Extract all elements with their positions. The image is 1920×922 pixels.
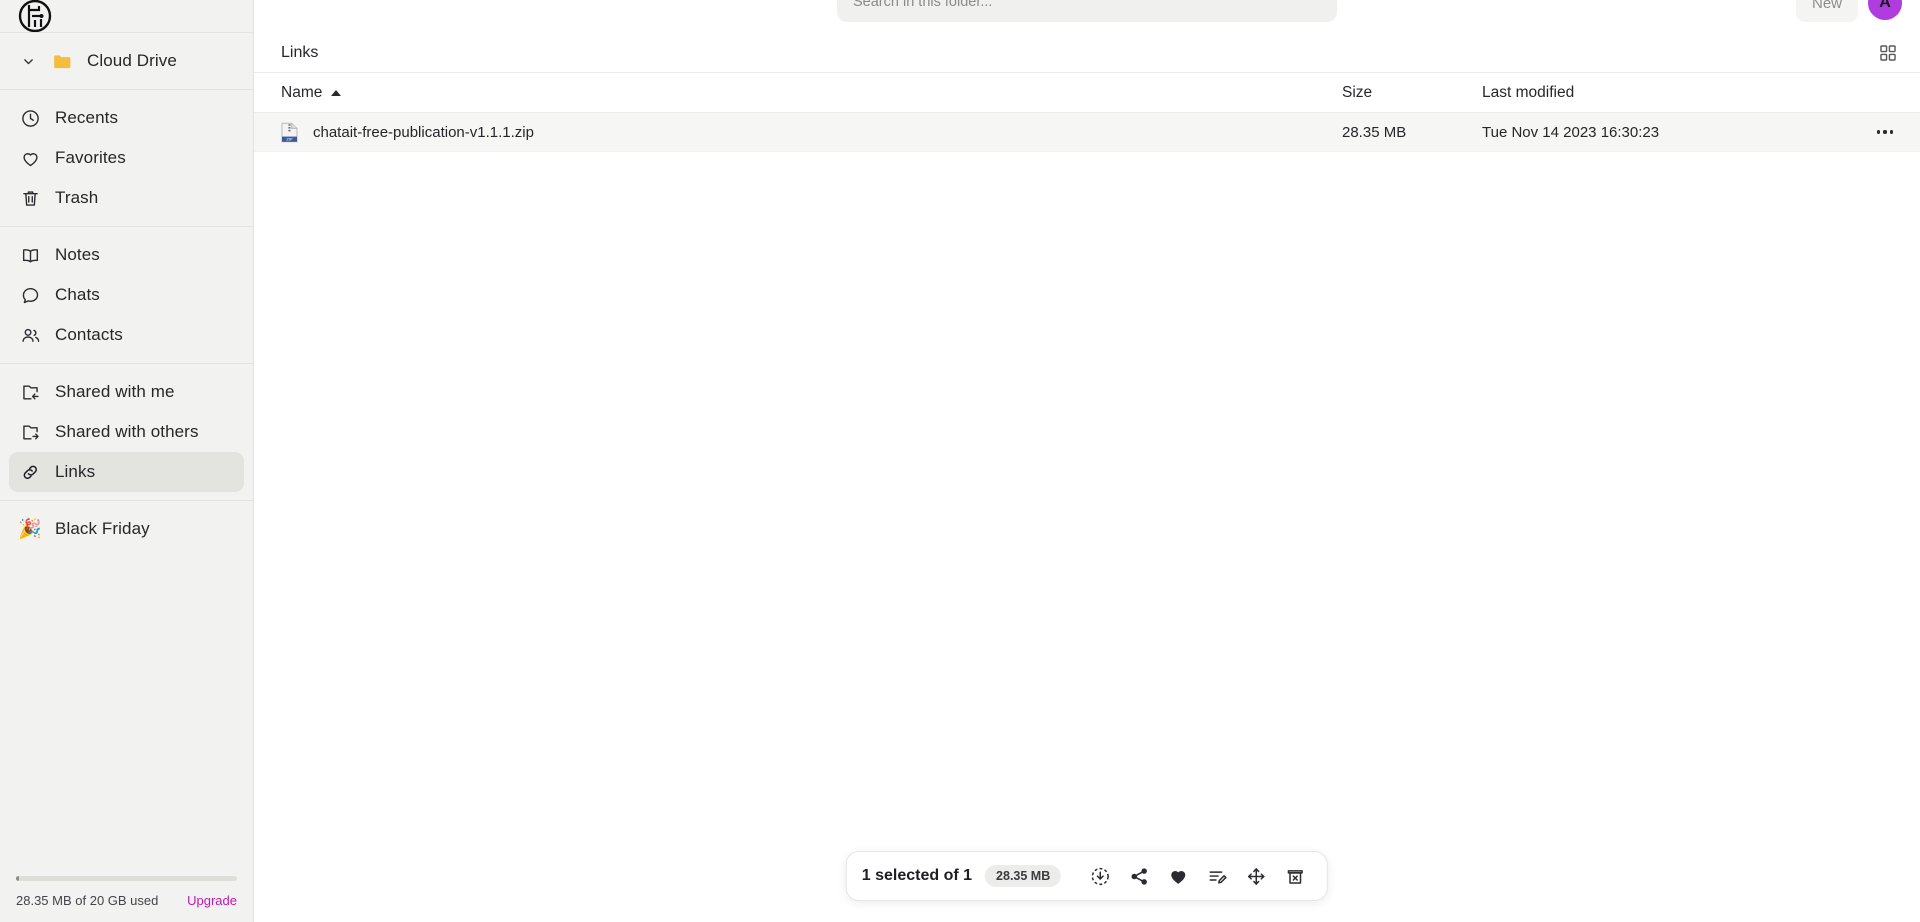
folder-out-icon <box>19 421 41 443</box>
selection-actions <box>1083 859 1312 893</box>
folder-icon <box>51 50 73 72</box>
delete-button[interactable] <box>1278 859 1312 893</box>
sidebar: Cloud Drive Recents Favorites Trash Note… <box>0 0 254 922</box>
chat-icon <box>19 284 41 306</box>
sidebar-item-label: Black Friday <box>55 519 150 538</box>
trash-icon <box>19 187 41 209</box>
sidebar-item-label: Shared with others <box>55 422 199 441</box>
sidebar-item-contacts[interactable]: Contacts <box>9 315 244 355</box>
storage-row: 28.35 MB of 20 GB used Upgrade <box>16 893 237 908</box>
sidebar-item-shared-with-me[interactable]: Shared with me <box>9 372 244 412</box>
selection-count-label: 1 selected of 1 <box>861 867 973 884</box>
file-table: Name Size Last modified ZIP chatait-free… <box>254 73 1920 152</box>
column-header-modified[interactable]: Last modified <box>1482 84 1812 102</box>
sidebar-item-trash[interactable]: Trash <box>9 178 244 218</box>
storage-widget: 28.35 MB of 20 GB used Upgrade <box>0 876 253 922</box>
dot <box>1876 130 1881 134</box>
sidebar-item-label: Contacts <box>55 325 123 344</box>
app-logo[interactable] <box>0 0 253 33</box>
dot <box>1889 130 1894 134</box>
rename-button[interactable] <box>1200 859 1234 893</box>
breadcrumb: Links <box>254 33 1920 73</box>
svg-text:ZIP: ZIP <box>286 136 293 141</box>
share-button[interactable] <box>1122 859 1156 893</box>
file-name-cell[interactable]: ZIP chatait-free-publication-v1.1.1.zip <box>281 122 1342 143</box>
sidebar-item-label: Favorites <box>55 148 126 167</box>
folder-in-icon <box>19 381 41 403</box>
move-button[interactable] <box>1239 859 1273 893</box>
sidebar-item-label: Links <box>55 462 96 481</box>
sidebar-item-shared-with-others[interactable]: Shared with others <box>9 412 244 452</box>
sort-ascending-icon <box>331 89 342 96</box>
sidebar-item-links[interactable]: Links <box>9 452 244 492</box>
table-header-row: Name Size Last modified <box>254 73 1920 113</box>
column-header-size[interactable]: Size <box>1342 84 1482 102</box>
main-content: New A Links Name Size <box>254 0 1920 922</box>
grid-view-icon[interactable] <box>1874 39 1902 67</box>
party-popper-icon: 🎉 <box>18 518 42 540</box>
selection-size-badge: 28.35 MB <box>985 865 1062 887</box>
file-actions-cell <box>1812 119 1902 145</box>
sidebar-section-apps: Notes Chats Contacts <box>0 227 253 364</box>
avatar[interactable]: A <box>1868 0 1902 20</box>
zip-file-icon: ZIP <box>281 122 298 142</box>
favorite-button[interactable] <box>1161 859 1195 893</box>
book-icon <box>19 244 41 266</box>
file-name-label: chatait-free-publication-v1.1.1.zip <box>313 123 534 141</box>
upgrade-link[interactable]: Upgrade <box>187 893 237 908</box>
file-size-cell: 28.35 MB <box>1342 123 1407 141</box>
storage-progress-fill <box>16 876 19 881</box>
sidebar-item-favorites[interactable]: Favorites <box>9 138 244 178</box>
sidebar-item-label: Chats <box>55 285 100 304</box>
sidebar-item-chats[interactable]: Chats <box>9 275 244 315</box>
table-row[interactable]: ZIP chatait-free-publication-v1.1.1.zip … <box>254 113 1920 152</box>
row-more-menu-icon[interactable] <box>1868 119 1902 145</box>
sidebar-item-label: Shared with me <box>55 382 175 401</box>
heart-icon <box>19 147 41 169</box>
top-bar: New A <box>254 0 1920 33</box>
sidebar-section-library: Recents Favorites Trash <box>0 90 253 227</box>
search-container <box>837 0 1337 22</box>
sidebar-section-sharing: Shared with me Shared with others Links <box>0 364 253 501</box>
column-header-name-label: Name <box>281 83 323 101</box>
new-button[interactable]: New <box>1795 0 1858 22</box>
clock-icon <box>19 107 41 129</box>
app-root: Cloud Drive Recents Favorites Trash Note… <box>0 0 1920 922</box>
file-modified-cell: Tue Nov 14 2023 16:30:23 <box>1482 123 1660 141</box>
sidebar-item-notes[interactable]: Notes <box>9 235 244 275</box>
chevron-down-icon[interactable] <box>19 55 37 68</box>
dot <box>1883 130 1887 134</box>
sidebar-item-label: Recents <box>55 108 119 127</box>
link-icon <box>19 461 41 483</box>
sidebar-item-label: Cloud Drive <box>87 51 177 70</box>
filecloud-logo-icon <box>18 0 52 32</box>
file-list-empty-space <box>254 152 1920 922</box>
download-button[interactable] <box>1083 859 1117 893</box>
sidebar-section-drive: Cloud Drive <box>0 33 253 90</box>
page-title: Links <box>281 43 319 61</box>
sidebar-item-cloud-drive[interactable]: Cloud Drive <box>9 41 244 81</box>
sidebar-item-recents[interactable]: Recents <box>9 98 244 138</box>
search-input[interactable] <box>837 0 1337 22</box>
storage-progress-bar <box>16 876 237 881</box>
contacts-icon <box>19 324 41 346</box>
selection-toolbar: 1 selected of 1 28.35 MB <box>845 851 1329 901</box>
column-header-name[interactable]: Name <box>281 84 1342 102</box>
sidebar-item-black-friday[interactable]: 🎉 Black Friday <box>9 509 244 549</box>
storage-usage-text: 28.35 MB of 20 GB used <box>16 893 159 908</box>
sidebar-item-label: Trash <box>55 188 99 207</box>
sidebar-section-promo: 🎉 Black Friday <box>0 501 253 557</box>
sidebar-item-label: Notes <box>55 245 100 264</box>
top-bar-right: New A <box>1795 0 1902 22</box>
